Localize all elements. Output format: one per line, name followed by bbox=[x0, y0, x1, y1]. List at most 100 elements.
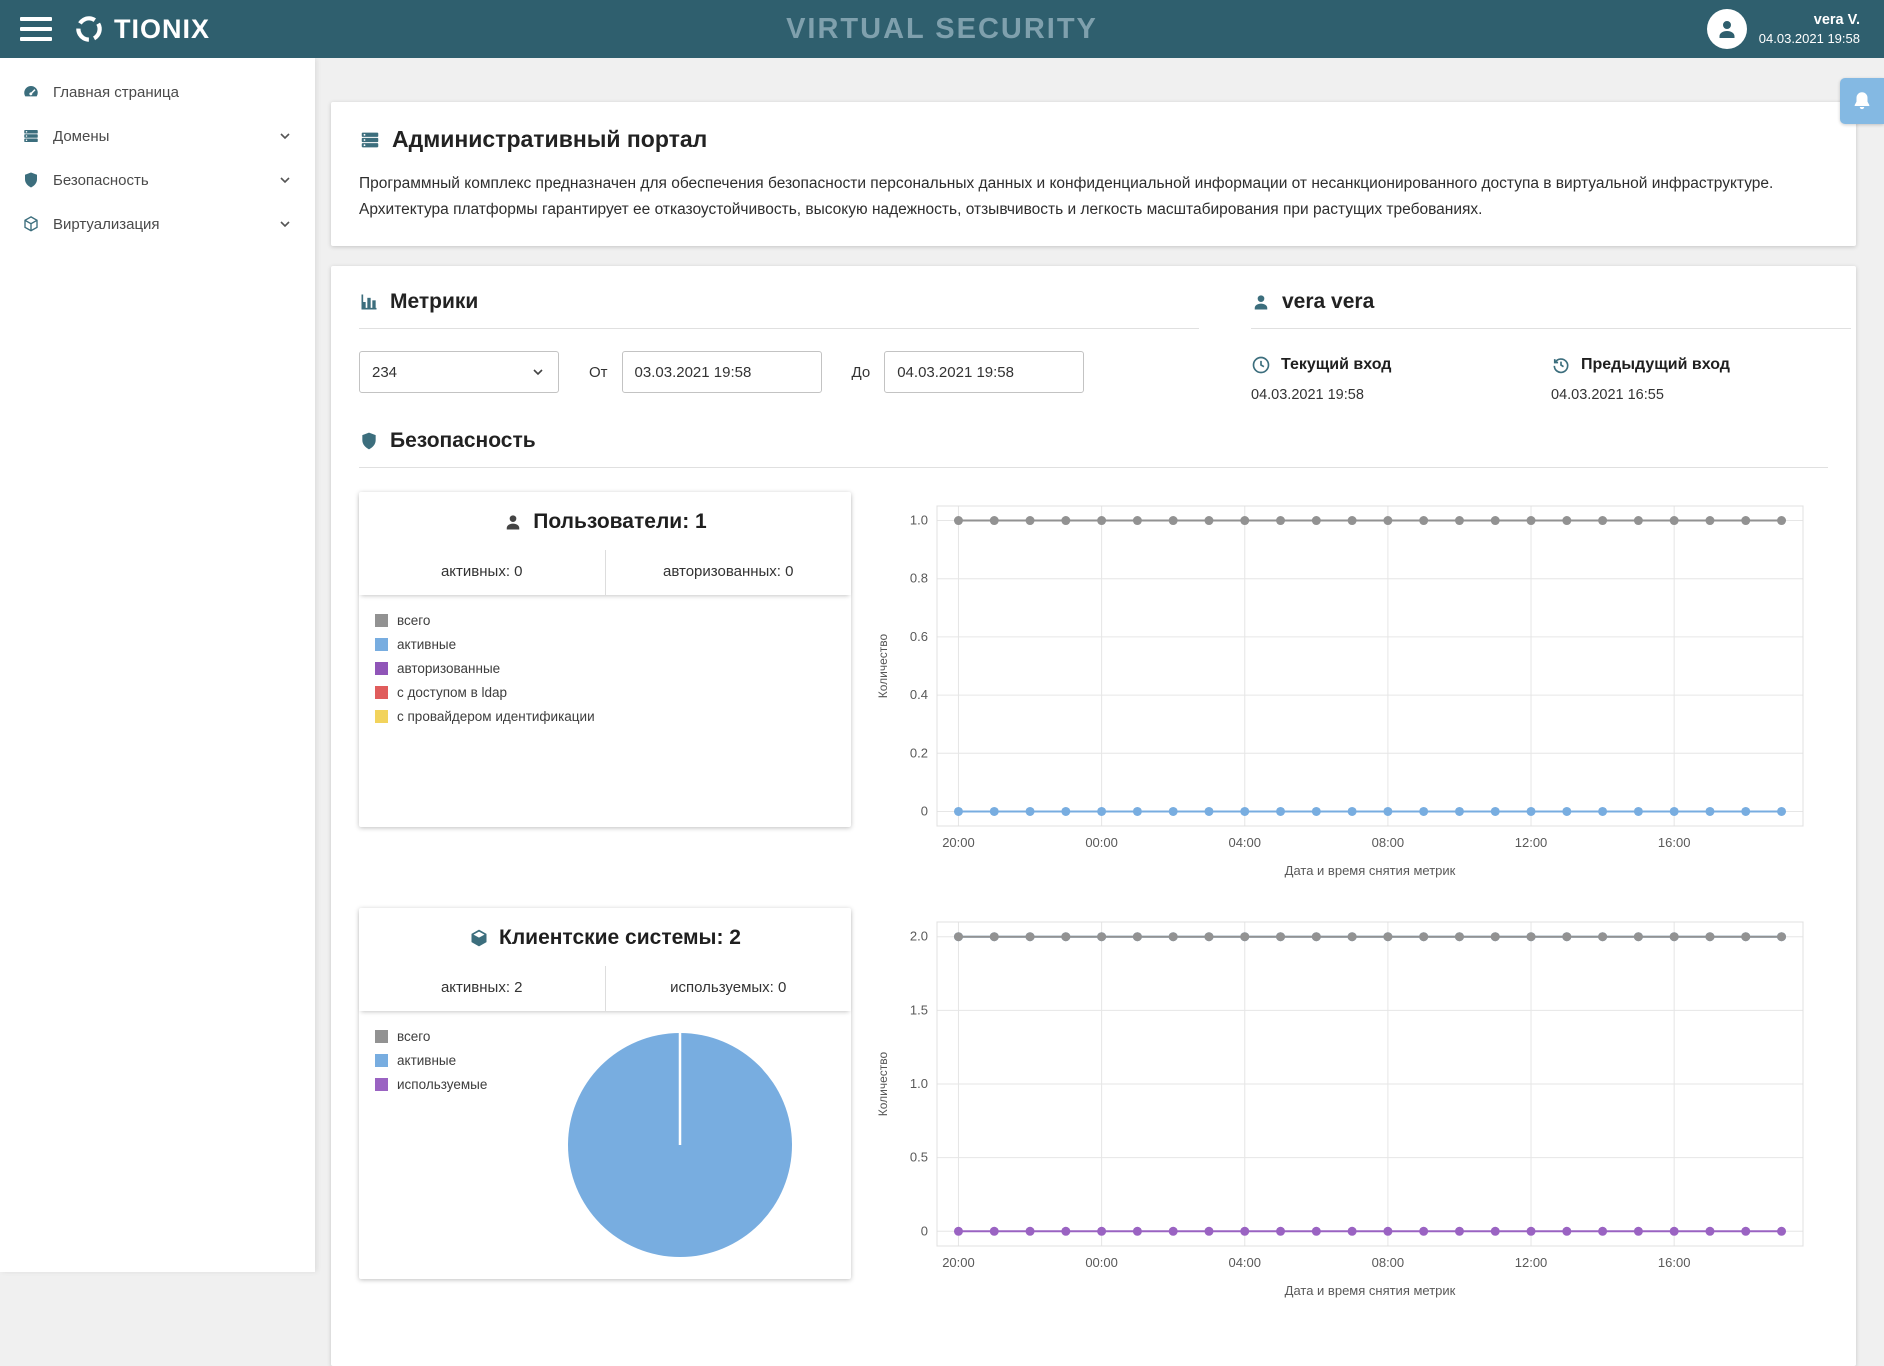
users-legend: всего активные авторизованные с доступом… bbox=[375, 613, 835, 724]
tionix-logo-icon bbox=[74, 14, 104, 44]
sidebar-item-label: Главная страница bbox=[53, 83, 179, 101]
portal-description: Программный комплекс предназначен для об… bbox=[359, 175, 1774, 218]
date-to-label: До bbox=[851, 363, 871, 381]
previous-login-label: Предыдущий вход bbox=[1581, 356, 1730, 374]
legend-swatch bbox=[375, 686, 388, 700]
portal-title: Административный портал bbox=[392, 126, 708, 152]
svg-text:0.5: 0.5 bbox=[910, 1150, 928, 1165]
svg-text:0.2: 0.2 bbox=[910, 745, 928, 760]
systems-legend: всего активные используемые bbox=[375, 1029, 525, 1092]
client-systems-card: Клиентские системы: 2 активных: 2 исполь… bbox=[359, 908, 852, 1280]
client-systems-pie-chart bbox=[568, 1033, 792, 1258]
svg-text:0: 0 bbox=[921, 804, 928, 819]
svg-text:0.4: 0.4 bbox=[910, 687, 928, 702]
legend-item: авторизованные bbox=[375, 661, 835, 676]
date-from-input[interactable] bbox=[621, 351, 822, 394]
svg-text:12:00: 12:00 bbox=[1515, 1255, 1548, 1270]
sidebar-item-label: Виртуализация bbox=[53, 215, 160, 233]
metrics-title: Метрики bbox=[390, 290, 479, 314]
svg-text:00:00: 00:00 bbox=[1085, 835, 1118, 850]
person-icon bbox=[503, 512, 523, 532]
legend-swatch bbox=[375, 638, 388, 652]
legend-item: используемые bbox=[375, 1077, 525, 1092]
svg-text:20:00: 20:00 bbox=[942, 835, 975, 850]
previous-login-value: 04.03.2021 16:55 bbox=[1551, 387, 1664, 404]
svg-text:08:00: 08:00 bbox=[1372, 1255, 1405, 1270]
legend-item: с доступом в ldap bbox=[375, 685, 835, 700]
svg-text:04:00: 04:00 bbox=[1228, 835, 1261, 850]
cube-icon bbox=[22, 215, 40, 233]
date-to-input[interactable] bbox=[884, 351, 1085, 394]
svg-text:04:00: 04:00 bbox=[1228, 1255, 1261, 1270]
systems-card-title: Клиентские системы: 2 bbox=[499, 926, 741, 950]
chevron-down-icon bbox=[277, 216, 293, 232]
sidebar-item-security[interactable]: Безопасность bbox=[0, 158, 315, 202]
svg-text:Количество: Количество bbox=[876, 634, 890, 699]
systems-used-stat: используемых: 0 bbox=[604, 966, 852, 1012]
legend-item: всего bbox=[375, 613, 835, 628]
menu-button[interactable] bbox=[20, 17, 52, 41]
user-avatar bbox=[1706, 9, 1747, 49]
chevron-down-icon bbox=[277, 172, 293, 188]
svg-text:1.0: 1.0 bbox=[910, 1076, 928, 1091]
metrics-select[interactable]: 234 bbox=[359, 351, 559, 394]
svg-text:1.0: 1.0 bbox=[910, 513, 928, 528]
users-active-stat: активных: 0 bbox=[440, 563, 523, 581]
sidebar-item-virtualization[interactable]: Виртуализация bbox=[0, 202, 315, 246]
brand-text: TIONIX bbox=[114, 13, 211, 44]
client-systems-metrics-chart: 0 0.5 1.0 1.5 2.0 20:00 00:00 04:00 08:00 12:00 16… bbox=[871, 908, 1821, 1305]
legend-item: активные bbox=[375, 1053, 525, 1068]
current-login: Текущий вход 04.03.2021 19:58 bbox=[1251, 355, 1551, 403]
legend-item: всего bbox=[375, 1029, 525, 1044]
svg-text:Количество: Количество bbox=[876, 1052, 890, 1117]
sidebar-item-home[interactable]: Главная страница bbox=[0, 70, 315, 114]
clock-icon bbox=[1251, 355, 1271, 375]
brand-logo[interactable]: TIONIX bbox=[74, 14, 210, 45]
legend-item: с провайдером идентификации bbox=[375, 709, 835, 724]
users-card: Пользователи: 1 активных: 0 авторизованн… bbox=[359, 492, 851, 828]
svg-text:0: 0 bbox=[921, 1223, 928, 1238]
server-stack-icon bbox=[359, 129, 381, 151]
main-content: Административный портал Программный комп… bbox=[315, 58, 1884, 1366]
user-session-panel: vera vera Текущий вход 04.03.2021 19:58 bbox=[1251, 290, 1851, 403]
users-metrics-chart: 0 0.2 0.4 0.6 0.8 1.0 20:00 00:00 04:00 08:00 12:0… bbox=[871, 492, 1821, 885]
svg-text:0.8: 0.8 bbox=[910, 571, 928, 586]
security-section-title: Безопасность bbox=[390, 429, 536, 453]
sidebar-item-label: Безопасность bbox=[53, 171, 149, 189]
person-icon bbox=[1251, 292, 1271, 312]
svg-text:16:00: 16:00 bbox=[1658, 1255, 1691, 1270]
svg-text:08:00: 08:00 bbox=[1372, 835, 1405, 850]
svg-text:0.6: 0.6 bbox=[910, 629, 928, 644]
chevron-down-icon bbox=[530, 364, 546, 380]
current-login-value: 04.03.2021 19:58 bbox=[1251, 387, 1364, 404]
sidebar-item-domains[interactable]: Домены bbox=[0, 114, 315, 158]
sidebar-item-label: Домены bbox=[53, 127, 110, 145]
svg-text:12:00: 12:00 bbox=[1515, 835, 1548, 850]
previous-login: Предыдущий вход 04.03.2021 16:55 bbox=[1551, 355, 1851, 403]
legend-swatch bbox=[375, 614, 388, 628]
user-menu[interactable]: vera V. 04.03.2021 19:58 bbox=[1706, 9, 1884, 49]
metrics-select-value: 234 bbox=[372, 363, 398, 381]
bell-icon bbox=[1851, 90, 1873, 112]
svg-text:16:00: 16:00 bbox=[1658, 835, 1691, 850]
systems-active-stat: активных: 2 bbox=[440, 979, 523, 997]
svg-text:2.0: 2.0 bbox=[910, 929, 928, 944]
shield-icon bbox=[22, 171, 40, 189]
user-login-date: 04.03.2021 19:58 bbox=[1758, 31, 1860, 46]
metrics-panel: Метрики 234 От До bbox=[359, 290, 1199, 403]
divider bbox=[359, 328, 1199, 330]
users-card-title: Пользователи: 1 bbox=[533, 510, 707, 534]
divider bbox=[359, 467, 1828, 469]
divider bbox=[1251, 328, 1851, 330]
date-from-label: От bbox=[589, 363, 608, 381]
legend-swatch bbox=[375, 662, 388, 676]
portal-card: Административный портал Программный комп… bbox=[331, 102, 1856, 247]
notifications-button[interactable] bbox=[1840, 78, 1884, 124]
svg-text:Дата и время снятия метрик: Дата и время снятия метрик bbox=[1285, 863, 1456, 878]
app-header: TIONIX VIRTUAL SECURITY vera V. 04.03.20… bbox=[0, 0, 1884, 58]
dashboard-card: Метрики 234 От До bbox=[331, 266, 1856, 1366]
legend-item: активные bbox=[375, 637, 835, 652]
chevron-down-icon bbox=[277, 128, 293, 144]
history-icon bbox=[1551, 355, 1571, 375]
user-panel-title: vera vera bbox=[1282, 290, 1375, 314]
